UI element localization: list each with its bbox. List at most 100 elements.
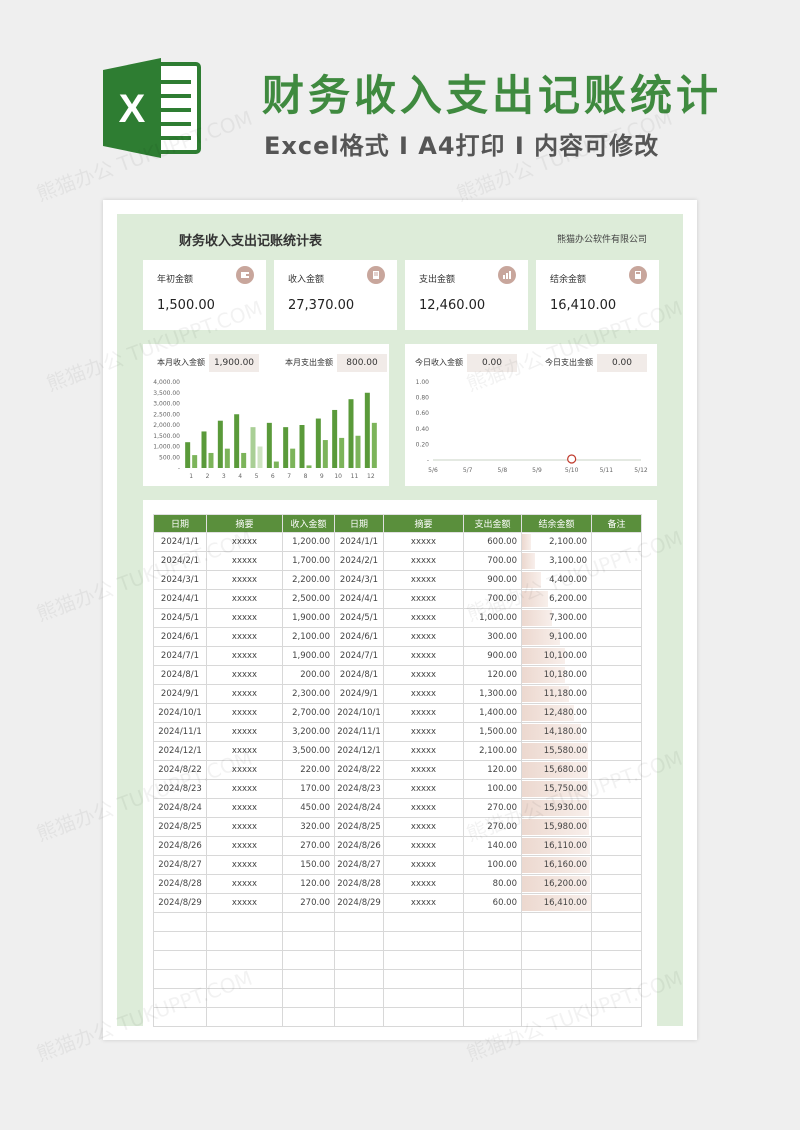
table-cell[interactable]: xxxxx bbox=[383, 627, 464, 647]
table-cell[interactable]: 270.00 bbox=[282, 893, 335, 913]
table-cell[interactable] bbox=[334, 931, 384, 951]
table-cell[interactable]: xxxxx bbox=[206, 551, 283, 571]
table-cell[interactable]: 80.00 bbox=[463, 874, 522, 894]
table-cell[interactable]: 170.00 bbox=[282, 779, 335, 799]
table-cell[interactable]: 7,300.00 bbox=[521, 608, 592, 628]
table-cell[interactable] bbox=[383, 969, 464, 989]
table-cell[interactable]: 2024/2/1 bbox=[153, 551, 207, 571]
table-cell[interactable]: 2024/12/1 bbox=[153, 741, 207, 761]
table-cell[interactable] bbox=[591, 779, 642, 799]
table-cell[interactable]: 10,100.00 bbox=[521, 646, 592, 666]
table-cell[interactable]: 2024/8/27 bbox=[334, 855, 384, 875]
table-cell[interactable] bbox=[591, 532, 642, 552]
table-cell[interactable]: 2024/8/29 bbox=[334, 893, 384, 913]
table-cell[interactable]: xxxxx bbox=[383, 608, 464, 628]
table-cell[interactable]: 150.00 bbox=[282, 855, 335, 875]
table-cell[interactable] bbox=[463, 950, 522, 970]
table-cell[interactable]: 15,580.00 bbox=[521, 741, 592, 761]
table-cell[interactable] bbox=[153, 950, 207, 970]
table-cell[interactable]: 2024/11/1 bbox=[153, 722, 207, 742]
table-cell[interactable]: 3,200.00 bbox=[282, 722, 335, 742]
table-cell[interactable] bbox=[153, 988, 207, 1008]
table-cell[interactable]: 15,930.00 bbox=[521, 798, 592, 818]
table-cell[interactable]: xxxxx bbox=[206, 665, 283, 685]
table-cell[interactable]: xxxxx bbox=[383, 551, 464, 571]
table-cell[interactable]: 300.00 bbox=[463, 627, 522, 647]
table-cell[interactable]: xxxxx bbox=[206, 722, 283, 742]
table-cell[interactable] bbox=[282, 969, 335, 989]
table-cell[interactable]: xxxxx bbox=[383, 741, 464, 761]
table-cell[interactable]: xxxxx bbox=[206, 779, 283, 799]
table-cell[interactable] bbox=[463, 988, 522, 1008]
table-cell[interactable]: 1,900.00 bbox=[282, 646, 335, 666]
table-cell[interactable]: 120.00 bbox=[463, 760, 522, 780]
table-cell[interactable]: 2024/8/22 bbox=[153, 760, 207, 780]
table-cell[interactable]: 900.00 bbox=[463, 646, 522, 666]
table-cell[interactable]: xxxxx bbox=[206, 570, 283, 590]
table-cell[interactable] bbox=[206, 988, 283, 1008]
table-cell[interactable]: 2024/10/1 bbox=[334, 703, 384, 723]
table-cell[interactable] bbox=[591, 1007, 642, 1027]
table-cell[interactable]: 2024/8/29 bbox=[153, 893, 207, 913]
table-cell[interactable]: 2024/4/1 bbox=[334, 589, 384, 609]
table-cell[interactable]: 2,200.00 bbox=[282, 570, 335, 590]
table-cell[interactable] bbox=[591, 627, 642, 647]
table-cell[interactable]: 2024/4/1 bbox=[153, 589, 207, 609]
table-cell[interactable] bbox=[463, 1007, 522, 1027]
table-cell[interactable]: 270.00 bbox=[463, 798, 522, 818]
table-cell[interactable]: 2,100.00 bbox=[521, 532, 592, 552]
table-cell[interactable]: 1,000.00 bbox=[463, 608, 522, 628]
table-cell[interactable] bbox=[591, 874, 642, 894]
table-cell[interactable] bbox=[463, 969, 522, 989]
table-cell[interactable]: 270.00 bbox=[282, 836, 335, 856]
table-cell[interactable] bbox=[521, 969, 592, 989]
table-cell[interactable]: 2024/8/27 bbox=[153, 855, 207, 875]
table-cell[interactable] bbox=[591, 969, 642, 989]
table-cell[interactable]: 2024/8/22 bbox=[334, 760, 384, 780]
table-cell[interactable]: 2024/9/1 bbox=[153, 684, 207, 704]
table-cell[interactable]: 600.00 bbox=[463, 532, 522, 552]
table-cell[interactable] bbox=[591, 646, 642, 666]
table-cell[interactable] bbox=[282, 1007, 335, 1027]
table-cell[interactable]: xxxxx bbox=[383, 570, 464, 590]
table-cell[interactable]: 2024/11/1 bbox=[334, 722, 384, 742]
table-cell[interactable] bbox=[153, 912, 207, 932]
table-cell[interactable]: 2024/10/1 bbox=[153, 703, 207, 723]
table-cell[interactable]: xxxxx bbox=[206, 627, 283, 647]
table-cell[interactable]: 4,400.00 bbox=[521, 570, 592, 590]
table-cell[interactable]: xxxxx bbox=[206, 798, 283, 818]
table-cell[interactable]: 2024/3/1 bbox=[153, 570, 207, 590]
table-cell[interactable]: 2024/1/1 bbox=[153, 532, 207, 552]
table-cell[interactable] bbox=[591, 703, 642, 723]
table-cell[interactable]: 2024/8/25 bbox=[153, 817, 207, 837]
table-cell[interactable]: xxxxx bbox=[206, 589, 283, 609]
table-cell[interactable] bbox=[591, 570, 642, 590]
table-cell[interactable]: 15,750.00 bbox=[521, 779, 592, 799]
table-cell[interactable]: 200.00 bbox=[282, 665, 335, 685]
table-cell[interactable]: 2,100.00 bbox=[463, 741, 522, 761]
table-cell[interactable] bbox=[206, 912, 283, 932]
table-cell[interactable] bbox=[591, 798, 642, 818]
table-cell[interactable]: xxxxx bbox=[383, 589, 464, 609]
table-cell[interactable]: 10,180.00 bbox=[521, 665, 592, 685]
table-cell[interactable]: xxxxx bbox=[206, 893, 283, 913]
table-cell[interactable] bbox=[463, 912, 522, 932]
table-cell[interactable]: xxxxx bbox=[206, 836, 283, 856]
table-cell[interactable] bbox=[282, 931, 335, 951]
table-cell[interactable]: xxxxx bbox=[383, 646, 464, 666]
table-cell[interactable]: xxxxx bbox=[206, 741, 283, 761]
table-cell[interactable]: 1,300.00 bbox=[463, 684, 522, 704]
table-cell[interactable] bbox=[282, 950, 335, 970]
table-cell[interactable]: 12,480.00 bbox=[521, 703, 592, 723]
table-cell[interactable]: 2024/7/1 bbox=[334, 646, 384, 666]
table-cell[interactable] bbox=[591, 589, 642, 609]
table-cell[interactable]: 270.00 bbox=[463, 817, 522, 837]
table-cell[interactable]: 120.00 bbox=[282, 874, 335, 894]
table-cell[interactable] bbox=[591, 760, 642, 780]
table-cell[interactable] bbox=[334, 1007, 384, 1027]
table-cell[interactable]: 2024/8/25 bbox=[334, 817, 384, 837]
table-cell[interactable] bbox=[334, 912, 384, 932]
table-cell[interactable]: 2024/3/1 bbox=[334, 570, 384, 590]
table-cell[interactable]: xxxxx bbox=[383, 798, 464, 818]
table-cell[interactable]: 2024/5/1 bbox=[334, 608, 384, 628]
